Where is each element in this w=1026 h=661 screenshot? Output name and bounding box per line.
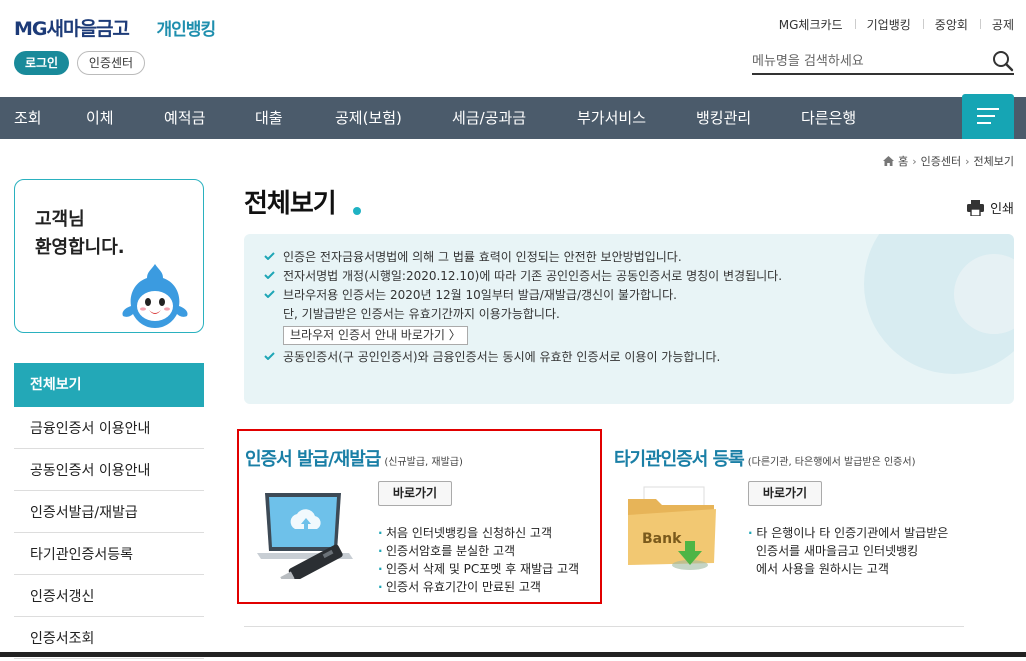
check-icon xyxy=(264,271,275,279)
logo[interactable]: MG새마을금고 개인뱅킹 xyxy=(14,14,217,41)
print-button[interactable]: 인쇄 xyxy=(967,198,1014,217)
side-menu-item-fin-cert[interactable]: 금융인증서 이용안내 xyxy=(14,407,204,449)
laptop-usb-icon xyxy=(257,493,353,579)
side-menu-item-other-register[interactable]: 타기관인증서등록 xyxy=(14,533,204,575)
notice-item: 브라우저용 인증서는 2020년 12월 10일부터 발급/재발급/갱신이 불가… xyxy=(264,286,782,305)
side-menu: 전체보기 금융인증서 이용안내 공동인증서 이용안내 인증서발급/재발급 타기관… xyxy=(14,363,204,659)
browser-cert-guide-link[interactable]: 브라우저 인증서 안내 바로가기 〉 xyxy=(283,326,468,345)
side-menu-item-issue[interactable]: 인증서발급/재발급 xyxy=(14,491,204,533)
cert-center-button[interactable]: 인증센터 xyxy=(77,51,145,75)
side-menu-item-all[interactable]: 전체보기 xyxy=(14,363,204,407)
card-desc-line: 인증서를 새마을금고 인터넷뱅킹 xyxy=(756,544,919,558)
card-subtitle: (신규발급, 재발급) xyxy=(384,457,463,468)
notice-list: 인증은 전자금융서명법에 의해 그 법률 효력이 인정되는 안전한 보안방법입니… xyxy=(264,248,782,367)
side-menu-item-renew[interactable]: 인증서갱신 xyxy=(14,575,204,617)
card-bullet: 인증서 삭제 및 PC포멧 후 재발급 고객 xyxy=(378,560,579,578)
top-link-insurance[interactable]: 공제 xyxy=(979,16,1014,33)
card-bullet: 인증서암호를 분실한 고객 xyxy=(378,542,579,560)
notice-item: 인증은 전자금융서명법에 의해 그 법률 효력이 인정되는 안전한 보안방법입니… xyxy=(264,248,782,267)
other-cert-register-card: 타기관인증서 등록 (다른기관, 타은행에서 발급받은 인증서) Bank 바로가… xyxy=(614,429,1014,604)
brand-name: MG새마을금고 xyxy=(14,18,130,40)
search-input[interactable] xyxy=(752,49,982,73)
card-desc-text: 타 은행이나 타 인증기관에서 발급받은 xyxy=(756,526,949,540)
search-icon[interactable] xyxy=(992,50,1014,72)
go-button[interactable]: 바로가기 xyxy=(748,481,822,506)
notice-box: 인증은 전자금융서명법에 의해 그 법률 효력이 인정되는 안전한 보안방법입니… xyxy=(244,234,1014,404)
breadcrumb-current: 전체보기 xyxy=(973,155,1014,168)
chevron-right-icon: › xyxy=(912,154,917,168)
notice-text: 공동인증서(구 공인인증서)와 금융인증서는 동시에 유효한 인증서로 이용이 … xyxy=(283,350,721,364)
card-subtitle: (다른기관, 타은행에서 발급받은 인증서) xyxy=(747,457,916,468)
menu-icon-line xyxy=(977,108,999,110)
notice-text: 전자서명법 개정(시행일:2020.12.10)에 따라 기존 공인인증서는 공… xyxy=(283,269,783,283)
printer-icon xyxy=(967,199,985,216)
card-title-text: 인증서 발급/재발급 xyxy=(245,449,381,470)
cert-issue-card: 인증서 발급/재발급(신규발급, 재발급) 바로가기 처음 인터넷뱅킹을 신청하… xyxy=(237,429,602,604)
menu-icon-line xyxy=(977,115,995,117)
footer-bar xyxy=(0,652,1026,657)
nav-item-other-bank[interactable]: 다른은행 xyxy=(801,97,856,139)
title-dot xyxy=(353,207,361,215)
chevron-right-icon: › xyxy=(965,154,970,168)
nav-item-extra-service[interactable]: 부가서비스 xyxy=(577,97,646,139)
card-bullet: 인증서 유효기간이 만료된 고객 xyxy=(378,578,579,596)
card-desc-line: · 타 은행이나 타 인증기관에서 발급받은 xyxy=(748,526,949,540)
breadcrumb-cert-center[interactable]: 인증센터 xyxy=(921,153,961,169)
login-button[interactable]: 로그인 xyxy=(14,51,69,75)
card-description: · 타 은행이나 타 인증기관에서 발급받은 인증서를 새마을금고 인터넷뱅킹 … xyxy=(748,524,948,578)
nav-item-inquiry[interactable]: 조회 xyxy=(14,97,42,139)
notice-text: 인증은 전자금융서명법에 의해 그 법률 효력이 인정되는 안전한 보안방법입니… xyxy=(283,250,682,264)
nav-item-loan[interactable]: 대출 xyxy=(255,97,283,139)
go-button[interactable]: 바로가기 xyxy=(378,481,452,506)
home-icon[interactable] xyxy=(883,156,895,166)
nav-item-transfer[interactable]: 이체 xyxy=(86,97,114,139)
mascot-image xyxy=(122,264,188,328)
nav-item-tax[interactable]: 세금/공과금 xyxy=(452,97,526,139)
card-bullet: 처음 인터넷뱅킹을 신청하신 고객 xyxy=(378,524,579,542)
menu-icon-line xyxy=(977,122,991,124)
top-links: MG체크카드 기업뱅킹 중앙회 공제 xyxy=(767,16,1014,33)
top-link-corporate[interactable]: 기업뱅킹 xyxy=(854,16,923,33)
welcome-box: 고객님 환영합니다. xyxy=(14,179,204,333)
notice-item: 전자서명법 개정(시행일:2020.12.10)에 따라 기존 공인인증서는 공… xyxy=(264,267,782,286)
page-title: 전체보기 xyxy=(244,189,337,219)
hamburger-menu-button[interactable] xyxy=(962,94,1014,139)
check-icon xyxy=(264,290,275,298)
side-menu-item-joint-cert[interactable]: 공동인증서 이용안내 xyxy=(14,449,204,491)
nav-item-insurance[interactable]: 공제(보험) xyxy=(335,97,402,139)
nav-item-banking-admin[interactable]: 뱅킹관리 xyxy=(696,97,751,139)
card-title: 타기관인증서 등록 (다른기관, 타은행에서 발급받은 인증서) xyxy=(614,445,915,471)
card-title: 인증서 발급/재발급 (신규발급, 재발급) xyxy=(245,445,463,471)
breadcrumb-home[interactable]: 홈 xyxy=(898,153,908,169)
card-bullet-list: 처음 인터넷뱅킹을 신청하신 고객 인증서암호를 분실한 고객 인증서 삭제 및… xyxy=(378,524,579,596)
folder-label: Bank xyxy=(642,531,682,547)
check-icon xyxy=(264,252,275,260)
top-link-federation[interactable]: 중앙회 xyxy=(922,16,980,33)
nav-item-deposit[interactable]: 예적금 xyxy=(164,97,205,139)
bank-folder-icon: Bank xyxy=(628,486,716,570)
welcome-text: 고객님 환영합니다. xyxy=(35,209,125,258)
print-label: 인쇄 xyxy=(990,202,1014,217)
notice-sub-text: 단, 기발급받은 인증서는 유효기간까지 이용가능합니다. xyxy=(283,307,560,321)
card-title-text: 타기관인증서 등록 xyxy=(614,449,745,470)
main-nav: 조회 이체 예적금 대출 공제(보험) 세금/공과금 부가서비스 뱅킹관리 다른… xyxy=(0,97,1026,139)
card-desc-line: 에서 사용을 원하시는 고객 xyxy=(756,562,889,576)
notice-text: 브라우저용 인증서는 2020년 12월 10일부터 발급/재발급/갱신이 불가… xyxy=(283,288,677,302)
divider xyxy=(244,626,964,627)
brand-sub: 개인뱅킹 xyxy=(156,20,217,40)
check-icon xyxy=(264,352,275,360)
breadcrumb: 홈 › 인증센터 › 전체보기 xyxy=(883,153,1014,169)
search-box xyxy=(752,49,1014,75)
top-link-check-card[interactable]: MG체크카드 xyxy=(767,16,855,33)
notice-item: 공동인증서(구 공인인증서)와 금융인증서는 동시에 유효한 인증서로 이용이 … xyxy=(264,348,782,367)
